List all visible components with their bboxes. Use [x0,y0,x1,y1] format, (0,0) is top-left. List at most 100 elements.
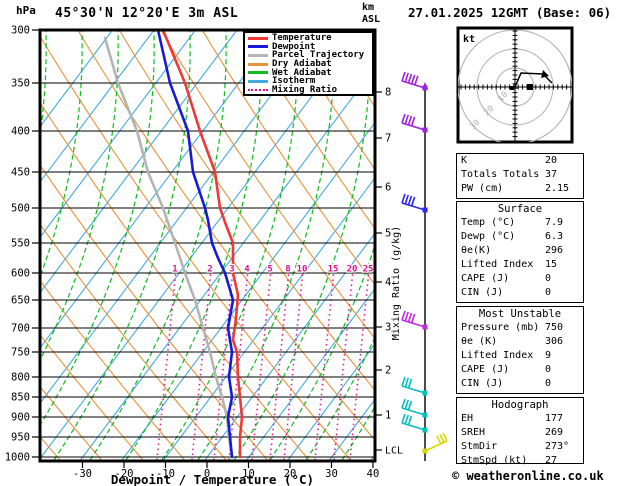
pressure-tick-label: 800 [11,372,30,384]
wind-barb-tick [414,75,419,86]
row-label: θe (K) [461,336,498,347]
table-row: Totals Totals 37 [457,168,583,182]
mixing-ratio-label: 20 [347,265,358,275]
pressure-tick-label: 1000 [5,452,30,464]
pressure-tick-label: 650 [11,295,30,307]
wind-barb-marker [422,390,428,396]
row-label: Lifted Index [461,350,534,361]
wind-barb-marker [422,427,428,433]
wind-barb [422,432,448,454]
row-value: 269 [545,427,564,438]
table-row: Temp (°C) 7.9 [457,216,583,230]
dry-adiabat-swatch [248,62,268,66]
x-axis-title: Dewpoint / Temperature (°C) [110,472,315,486]
wind-barb-tick [407,312,413,323]
wind-barb [401,376,428,396]
wind-barb-tick [404,114,409,125]
wind-barb-tick [404,414,409,425]
km-tick-label: 1 [385,410,391,422]
wind-barb-marker [422,207,428,213]
mixing-ratio-label: 5 [267,265,272,275]
summary-table: K 20 Totals Totals 37 PW (cm) 2.15 [456,153,584,199]
altitude-axis-unit: km ASL [362,2,380,26]
wind-barb-tick [407,115,413,126]
isotherm-swatch [248,79,268,83]
wind-barb-tick [401,376,406,387]
wind-barb-tick [401,71,406,82]
table-row: StmDir 273° [457,440,583,454]
dewpoint-swatch [248,45,268,49]
wind-barb-marker [422,448,428,454]
row-value: 0 [545,287,552,298]
km-tick-label: 2 [385,365,391,377]
altitude-unit-asl: ASL [362,14,381,25]
wind-barb-marker [422,127,428,133]
wind-barb-tick [410,74,416,85]
table-row: StmSpd (kt) 27 [457,454,583,468]
pressure-tick-label: 500 [11,203,30,215]
wind-barb-tick [404,399,409,410]
table-row: EH 177 [457,412,583,426]
origin-marker [510,86,514,90]
wind-barb [401,398,428,418]
pressure-tick-label: 700 [11,323,30,335]
wind-barb-marker [422,324,428,330]
row-value: 2.15 [545,183,570,194]
row-label: Pressure (mb) [461,322,540,333]
wind-barb-tick [401,310,406,321]
wind-barb-tick [410,313,416,324]
legend-label: Dry Adiabat [272,59,332,70]
wet-adiabat-line [40,30,155,427]
row-value: 306 [545,336,564,347]
table-row: θe (K) 306 [457,335,583,349]
storm-motion-marker [527,84,533,90]
row-value: 6.3 [545,231,564,242]
table-row: Lifted Index 15 [457,258,583,272]
wet-adiabat-swatch [248,71,268,75]
mixing-ratio-label: 4 [244,265,250,275]
row-value: 7.9 [545,217,564,228]
legend-row: Mixing Ratio [248,84,372,95]
mixing-ratio-label: 25 [363,265,374,275]
row-label: EH [461,413,474,424]
wind-barb [401,193,428,213]
pressure-tick-label: 850 [11,392,30,404]
wind-barb-tick [407,415,413,426]
km-tick-label: 8 [385,87,391,99]
temperature-swatch [248,36,268,40]
table-title: Hodograph [491,399,549,411]
table-row: Pressure (mb) 750 [457,321,583,335]
mixing-axis-title: Mixing Ratio (g/kg) [391,226,402,340]
legend-label: Mixing Ratio [272,84,338,95]
wind-barb [401,113,428,133]
row-label: SREH [461,427,486,438]
wind-barb-tick [407,73,413,84]
table-row: CIN (J) 0 [457,377,583,391]
table-row: CIN (J) 0 [457,286,583,300]
row-value: 177 [545,413,564,424]
legend-box: Temperature Dewpoint Parcel Trajectory D… [243,31,374,96]
pressure-tick-label: 950 [11,432,30,444]
wind-barb-tick [404,72,409,83]
mixing-ratio-label: 3 [229,265,234,275]
row-label: CAPE (J) [461,273,510,284]
row-value: 0 [545,364,552,375]
table-title: Surface [497,203,543,215]
row-label: Temp (°C) [461,217,516,228]
pressure-tick-label: 400 [11,126,30,138]
wind-barb-tick [404,311,409,322]
row-value: 15 [545,259,558,270]
row-label: Totals Totals [461,169,540,180]
table-title: Most Unstable [478,308,562,320]
wind-barb-marker [422,85,428,91]
wind-barb-tick [401,398,406,409]
hodograph-table: Hodograph EH 177 SREH 269 StmDir 273° StmSp… [456,397,584,466]
wind-barb-tick [442,432,448,442]
pressure-tick-label: 550 [11,238,30,250]
km-tick-label: 7 [385,133,391,145]
row-label: Lifted Index [461,259,534,270]
station-title: 45°30'N 12°20'E 3m ASL [55,6,239,21]
wind-barb-tick [407,195,413,206]
table-row: K 20 [457,154,583,168]
row-label: CIN (J) [461,287,504,298]
